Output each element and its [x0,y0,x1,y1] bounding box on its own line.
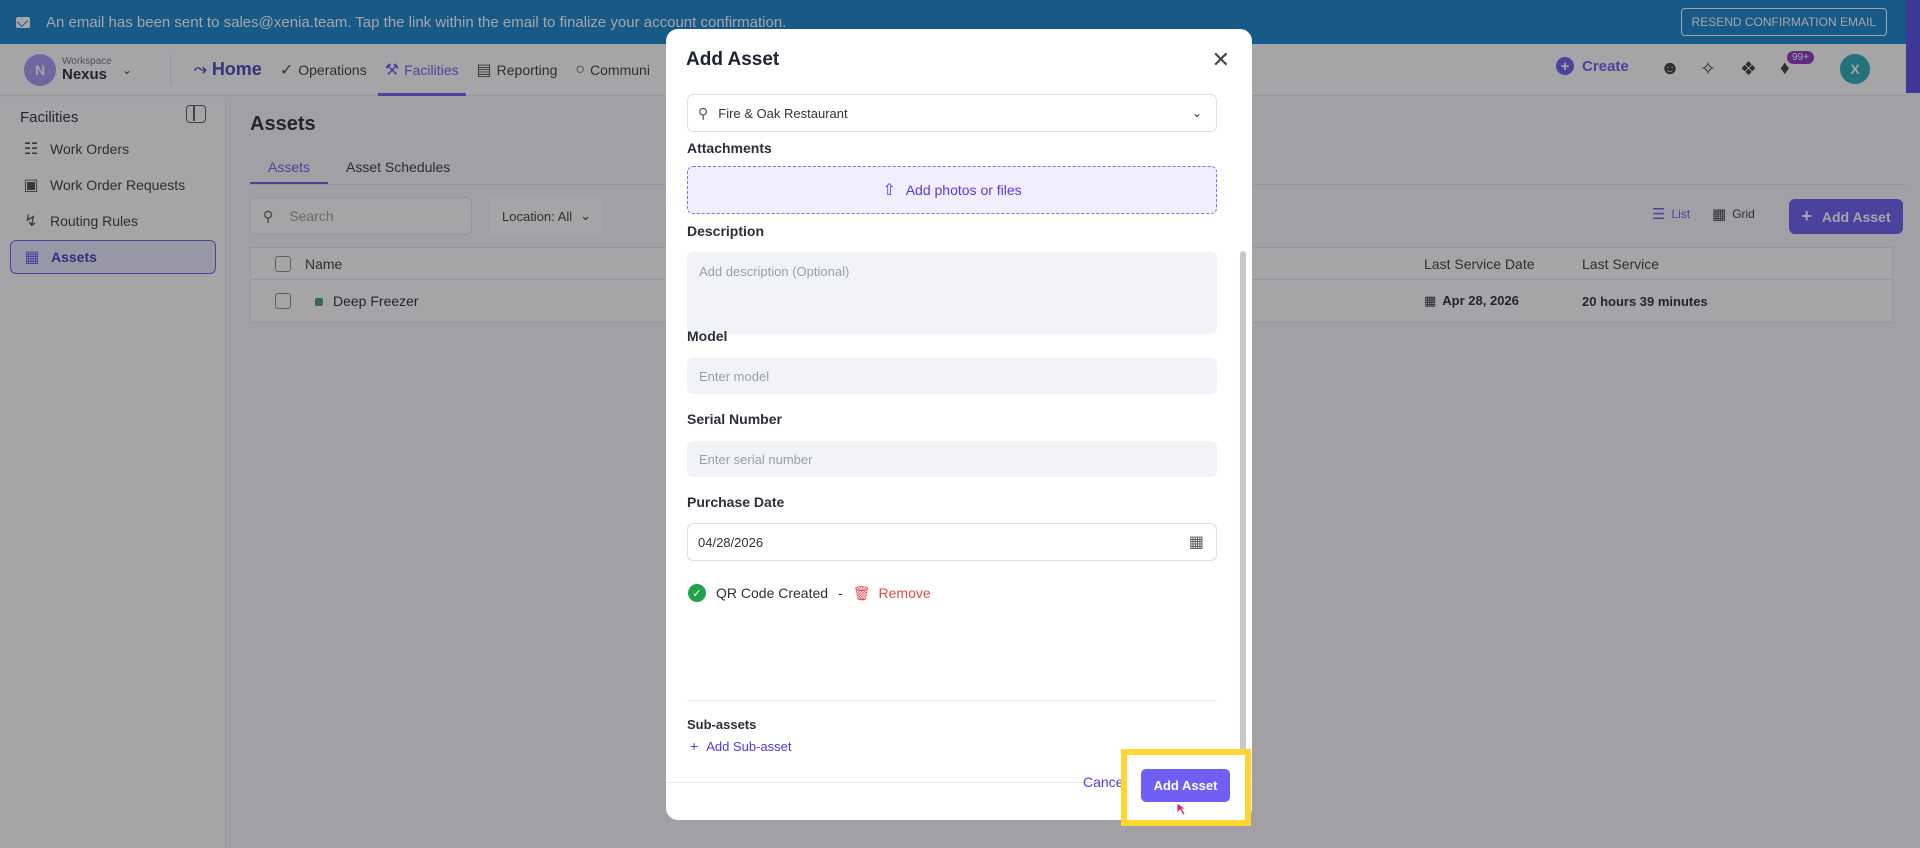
modal-title: Add Asset [686,49,780,70]
location-pin-icon: ⚲ [698,104,709,121]
add-sub-asset-label: Add Sub-asset [706,738,792,754]
purchase-date-label: Purchase Date [687,494,785,510]
model-label: Model [687,328,728,344]
check-circle-icon: ✓ [688,584,706,602]
serial-number-label: Serial Number [687,411,782,427]
location-value: Fire & Oak Restaurant [718,105,848,121]
purchase-date-value: 04/28/2026 [698,534,764,550]
upload-dropzone[interactable]: ⇧ Add photos or files [687,166,1217,214]
modal-scrollbar[interactable] [1240,151,1246,791]
pointer-cursor-icon [1176,802,1188,816]
plus-icon: + [690,738,699,754]
qr-separator: - [838,585,843,601]
location-select[interactable]: ⚲ Fire & Oak Restaurant ⌄ [687,94,1217,132]
model-input[interactable]: Enter model [687,358,1217,394]
section-divider [687,700,1217,701]
purchase-date-input[interactable]: 04/28/2026 ▦ [687,523,1217,561]
remove-label: Remove [878,585,931,601]
add-asset-modal: Add Asset ✕ ⚲ Fire & Oak Restaurant ⌄ At… [666,29,1252,820]
cancel-button[interactable]: Cance [1083,774,1123,790]
chevron-down-icon: ⌄ [1191,106,1202,120]
upload-label: Add photos or files [905,182,1022,198]
scrollbar-thumb[interactable] [1240,251,1246,791]
submit-add-asset-button[interactable]: Add Asset [1141,769,1230,802]
sub-assets-label: Sub-assets [687,717,757,732]
add-sub-asset-button[interactable]: + Add Sub-asset [690,738,791,754]
description-label: Description [687,223,765,239]
modal-body: ⚲ Fire & Oak Restaurant ⌄ Attachments ⇧ … [666,81,1252,791]
serial-number-input[interactable]: Enter serial number [687,441,1217,477]
description-input[interactable]: Add description (Optional) [687,252,1217,334]
close-icon[interactable]: ✕ [1212,47,1230,73]
qr-status: ✓ QR Code Created - 🗑 Remove [688,584,931,602]
remove-qr-button[interactable]: 🗑 Remove [853,585,931,602]
upload-cloud-icon: ⇧ [882,182,896,199]
calendar-icon[interactable]: ▦ [1189,532,1204,552]
qr-created-label: QR Code Created [716,585,829,601]
trash-icon: 🗑 [852,584,871,601]
attachments-label: Attachments [687,140,772,156]
